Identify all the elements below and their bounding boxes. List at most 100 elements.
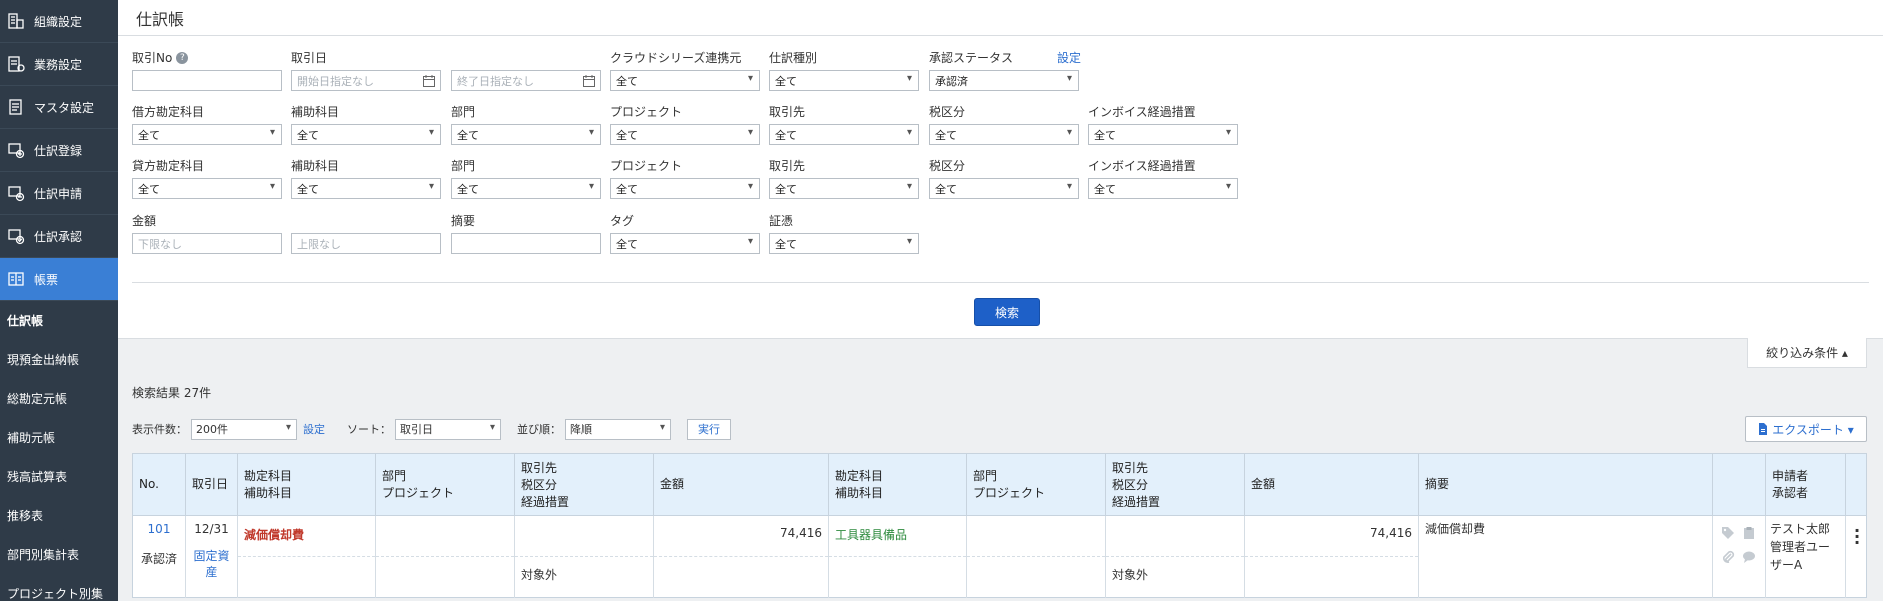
- tag-icon[interactable]: [1721, 526, 1735, 540]
- filter-label-evidence: 証憑: [769, 214, 794, 228]
- credit-invoice-select[interactable]: 全て: [1088, 178, 1238, 199]
- filter-label-credit-sub: 補助科目: [291, 159, 340, 173]
- evidence-select[interactable]: 全て: [769, 233, 919, 254]
- approver-name-line1: 管理者ユー: [1770, 540, 1831, 554]
- journal-request-icon: [6, 183, 26, 203]
- export-button[interactable]: エクスポート ▾: [1745, 416, 1867, 442]
- debit-account-select[interactable]: 全て: [132, 124, 282, 145]
- building-icon: [6, 11, 26, 31]
- help-icon[interactable]: ?: [176, 52, 189, 64]
- th-debit-dept: 部門: [382, 468, 407, 483]
- debit-dept-select[interactable]: 全て: [451, 124, 601, 145]
- entry-number-link[interactable]: 101: [148, 522, 171, 536]
- sidebar-sub-trial-balance[interactable]: 残高試算表: [0, 457, 118, 496]
- debit-project-select[interactable]: 全て: [610, 124, 760, 145]
- sidebar-item-label: 組織設定: [34, 14, 83, 29]
- credit-partner-select[interactable]: 全て: [769, 178, 919, 199]
- th-applicant: 申請者: [1772, 468, 1809, 483]
- sidebar-item-label: 仕訳登録: [34, 143, 83, 158]
- debit-account: 減価償却費: [244, 528, 305, 542]
- tag-select[interactable]: 全て: [610, 233, 760, 254]
- th-debit-amount: 金額: [660, 477, 685, 491]
- credit-tax-select[interactable]: 全て: [929, 178, 1079, 199]
- filter-divider: [132, 282, 1869, 283]
- applicant-name: テスト太郎: [1770, 522, 1831, 536]
- start-date-input[interactable]: 開始日指定なし: [291, 70, 441, 91]
- sort-select[interactable]: 取引日: [395, 418, 501, 440]
- th-no: No.: [139, 477, 159, 491]
- execute-button[interactable]: 実行: [687, 418, 731, 440]
- fixed-asset-link[interactable]: 固定資 産: [192, 548, 231, 580]
- sidebar-sub-project-summary[interactable]: プロジェクト別集: [0, 574, 118, 601]
- shiwake-type-select[interactable]: 全て: [769, 70, 919, 91]
- credit-account-select[interactable]: 全て: [132, 178, 282, 199]
- journal-approve-icon: [6, 226, 26, 246]
- th-credit-project: プロジェクト: [973, 485, 1046, 500]
- sidebar-sub-cash-book[interactable]: 現預金出納帳: [0, 340, 118, 379]
- th-memo: 摘要: [1425, 477, 1450, 491]
- display-count-select[interactable]: 200件: [191, 418, 297, 440]
- torihiki-no-input[interactable]: [132, 70, 282, 91]
- sidebar-item-journal-approve[interactable]: 仕訳承認: [0, 215, 118, 258]
- memo-text: 減価償却費: [1425, 522, 1486, 536]
- collapse-filter-button[interactable]: 絞り込み条件 ▴: [1747, 338, 1867, 368]
- entry-date: 12/31: [194, 522, 229, 536]
- cloud-select[interactable]: 全て: [610, 70, 760, 91]
- sidebar-item-org-settings[interactable]: 組織設定: [0, 0, 118, 43]
- filter-label-debit-account: 借方勘定科目: [132, 105, 205, 119]
- debit-invoice-select[interactable]: 全て: [1088, 124, 1238, 145]
- sidebar-sub-transition[interactable]: 推移表: [0, 496, 118, 535]
- sidebar-sub-journal-book[interactable]: 仕訳帳: [0, 301, 118, 340]
- filter-label-torihiki-no: 取引No: [132, 51, 173, 65]
- th-debit-partner: 取引先: [521, 461, 558, 475]
- filter-label-credit-dept: 部門: [451, 159, 476, 173]
- calendar-icon[interactable]: [422, 74, 436, 88]
- sidebar-item-label: 帳票: [34, 272, 59, 287]
- end-date-input[interactable]: 終了日指定なし: [451, 70, 601, 91]
- sidebar-sub-dept-summary[interactable]: 部門別集計表: [0, 535, 118, 574]
- sidebar-item-business-settings[interactable]: 業務設定: [0, 43, 118, 86]
- th-credit-partner: 取引先: [1112, 461, 1149, 475]
- approval-status-select[interactable]: 承認済: [929, 70, 1079, 91]
- debit-sub-select[interactable]: 全て: [291, 124, 441, 145]
- credit-project-select[interactable]: 全て: [610, 178, 760, 199]
- sidebar-sub-general-ledger[interactable]: 総勘定元帳: [0, 379, 118, 418]
- th-credit-amount: 金額: [1251, 477, 1276, 491]
- clipboard-icon[interactable]: [1742, 526, 1756, 540]
- amount-min-input[interactable]: 下限なし: [132, 233, 282, 254]
- sort-label: ソート：: [347, 423, 391, 436]
- th-debit-project: プロジェクト: [382, 485, 455, 500]
- credit-dept-select[interactable]: 全て: [451, 178, 601, 199]
- comment-icon[interactable]: [1742, 550, 1756, 564]
- order-select[interactable]: 降順: [565, 418, 671, 440]
- approval-settings-link[interactable]: 設定: [1057, 50, 1081, 66]
- th-credit-account: 勘定科目: [835, 468, 884, 483]
- table-row[interactable]: 101 承認済 12/31 固定資 産 減価償却費 対象外 74,416 工具器…: [132, 516, 1867, 598]
- document-icon: [1759, 423, 1768, 435]
- display-settings-link[interactable]: 設定: [303, 421, 325, 437]
- display-count-label: 表示件数：: [132, 423, 187, 436]
- sidebar-item-journal-entry[interactable]: 仕訳登録: [0, 129, 118, 172]
- sidebar-item-master-settings[interactable]: マスタ設定: [0, 86, 118, 129]
- paperclip-icon[interactable]: [1721, 550, 1735, 564]
- filter-label-amount: 金額: [132, 214, 157, 228]
- sidebar: 組織設定 業務設定 マスタ設定 仕訳登録 仕訳申請 仕訳承認 帳票 仕訳帳 現預…: [0, 0, 118, 601]
- memo-input[interactable]: [451, 233, 601, 254]
- sidebar-item-reports[interactable]: 帳票: [0, 258, 118, 301]
- th-credit-dept: 部門: [973, 468, 998, 483]
- more-menu-icon[interactable]: · · ·: [1854, 523, 1860, 551]
- credit-sub-select[interactable]: 全て: [291, 178, 441, 199]
- debit-tax-select[interactable]: 全て: [929, 124, 1079, 145]
- filter-label-shiwake-type: 仕訳種別: [769, 51, 818, 65]
- sidebar-sub-sub-ledger[interactable]: 補助元帳: [0, 418, 118, 457]
- amount-max-input[interactable]: 上限なし: [291, 233, 441, 254]
- debit-partner-select[interactable]: 全て: [769, 124, 919, 145]
- sidebar-item-journal-request[interactable]: 仕訳申請: [0, 172, 118, 215]
- th-credit-invoice: 経過措置: [1112, 495, 1161, 509]
- main-content: 仕訳帳 取引No? 取引日 開始日指定なし 終了日指定なし クラウドシリーズ連携…: [118, 0, 1883, 601]
- sidebar-item-label: 仕訳申請: [34, 186, 83, 201]
- settings-doc-icon: [6, 54, 26, 74]
- calendar-icon[interactable]: [582, 74, 596, 88]
- search-button[interactable]: 検索: [974, 298, 1040, 326]
- th-debit-sub: 補助科目: [244, 485, 293, 500]
